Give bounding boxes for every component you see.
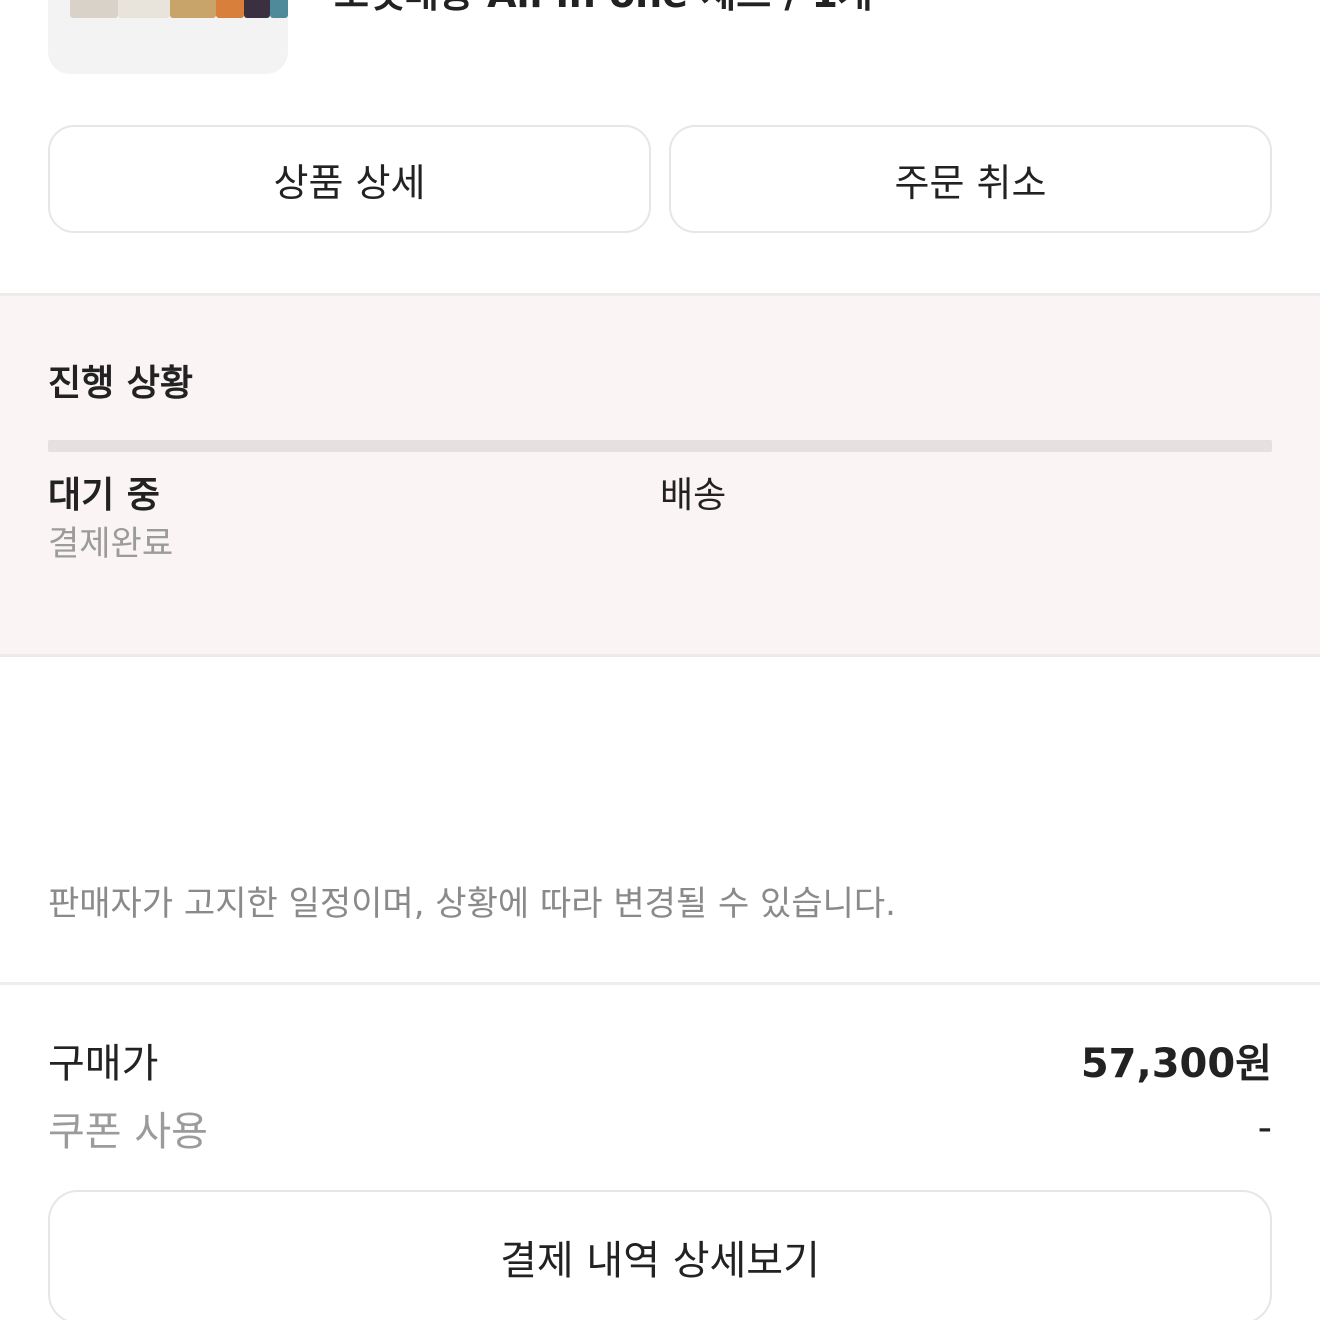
payment-details-button[interactable]: 결제 내역 상세보기 xyxy=(48,1190,1272,1320)
coupon-label: 쿠폰 사용 xyxy=(48,1109,208,1155)
progress-step-current: 대기 중 결제완료 xyxy=(48,472,173,568)
schedule-notice: 판매자가 고지한 일정이며, 상황에 따라 변경될 수 있습니다. xyxy=(48,884,896,924)
cancel-order-button[interactable]: 주문 취소 xyxy=(669,125,1272,233)
product-title: 로켓배송 All in one 세트 / 1개 xyxy=(334,0,873,16)
section-divider xyxy=(0,982,1320,985)
purchase-price-label: 구매가 xyxy=(48,1041,159,1087)
order-detail-page: 로켓배송 All in one 세트 / 1개 상품 상세 주문 취소 진행 상… xyxy=(0,0,1320,1320)
coupon-row: 쿠폰 사용 - xyxy=(48,1098,1272,1158)
progress-step-shipping: 배송 xyxy=(660,475,727,516)
progress-bar xyxy=(48,440,1272,452)
progress-section: 진행 상황 대기 중 결제완료 배송 xyxy=(0,293,1320,657)
product-thumbnail[interactable] xyxy=(48,0,288,74)
product-header: 로켓배송 All in one 세트 / 1개 xyxy=(0,0,1320,100)
progress-title: 진행 상황 xyxy=(48,363,194,404)
current-step-label: 대기 중 xyxy=(48,475,160,516)
coupon-value: - xyxy=(1257,1105,1272,1151)
purchase-price-value: 57,300원 xyxy=(1080,1041,1272,1087)
purchase-price-row: 구매가 57,300원 xyxy=(48,1030,1272,1090)
current-step-status: 결제완료 xyxy=(48,524,174,564)
product-detail-button[interactable]: 상품 상세 xyxy=(48,125,651,233)
